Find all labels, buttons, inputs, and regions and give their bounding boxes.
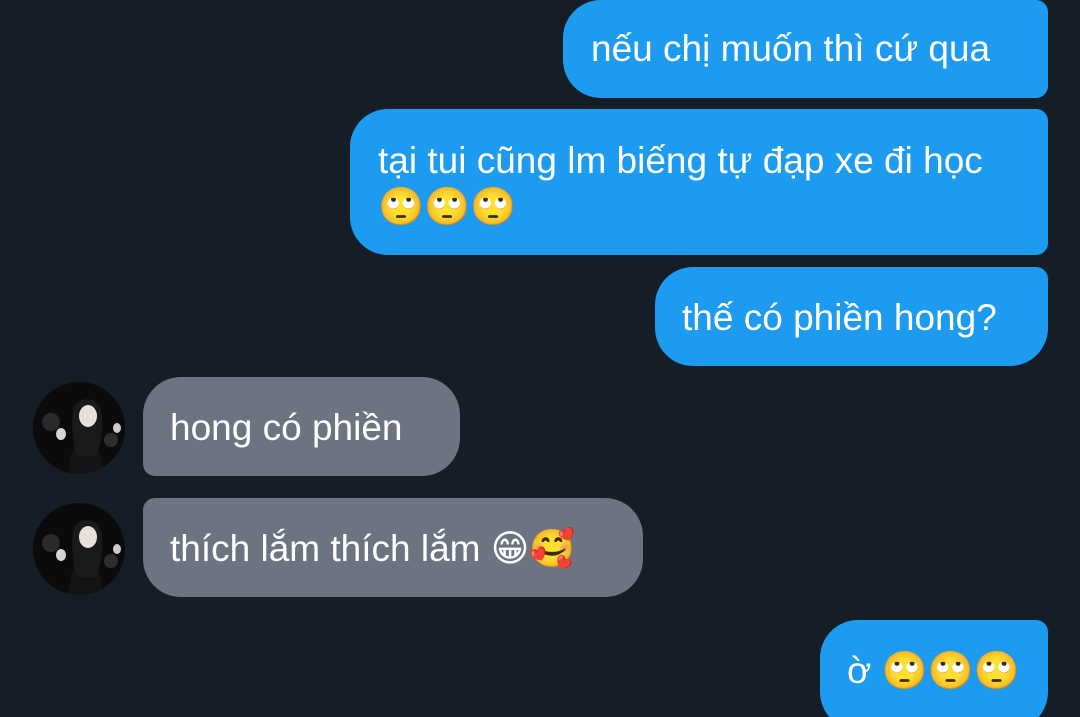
outgoing-message[interactable]: thế có phiền hong? <box>655 267 1048 366</box>
outgoing-message[interactable]: nếu chị muốn thì cứ qua <box>563 0 1048 98</box>
message-thread: nếu chị muốn thì cứ qua tại tui cũng lm … <box>0 0 1080 717</box>
contact-avatar[interactable] <box>33 503 125 595</box>
incoming-message[interactable]: hong có phiền <box>143 377 460 476</box>
incoming-message[interactable]: thích lắm thích lắm 😁🥰 <box>143 498 643 597</box>
contact-avatar[interactable] <box>33 382 125 474</box>
avatar-photo-icon <box>33 503 125 595</box>
outgoing-message[interactable]: tại tui cũng lm biếng tự đạp xe đi học 🙄… <box>350 109 1048 255</box>
outgoing-message[interactable]: ờ 🙄🙄🙄 <box>820 620 1048 717</box>
avatar-photo-icon <box>33 382 125 474</box>
